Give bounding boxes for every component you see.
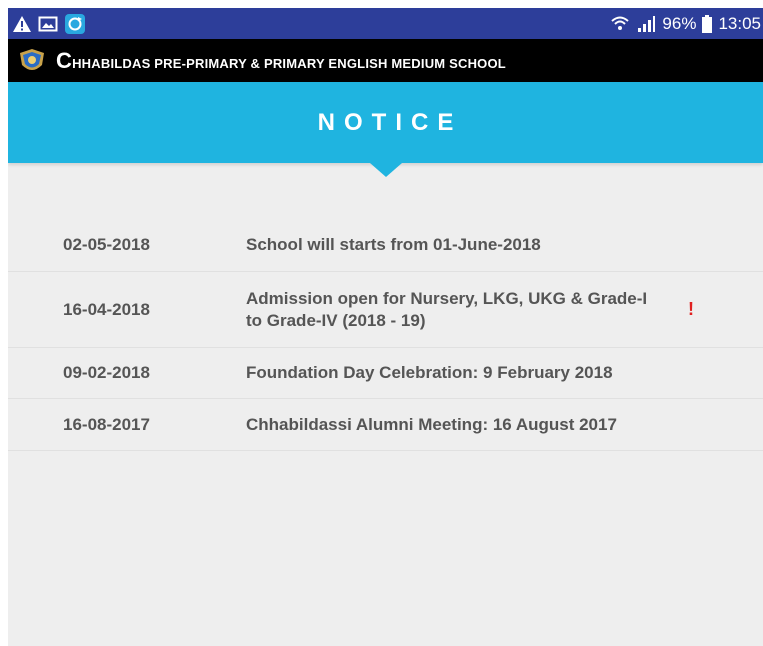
page-title: NOTICE: [317, 108, 463, 136]
notice-date: 09-02-2018: [63, 363, 150, 382]
battery-icon: [702, 14, 713, 33]
notice-text: Foundation Day Celebration: 9 February 2…: [246, 363, 613, 382]
school-name: CHHABILDAS PRE-PRIMARY & PRIMARY ENGLISH…: [56, 47, 506, 73]
signal-icon: [636, 15, 656, 33]
gallery-icon: [38, 15, 58, 33]
notice-item[interactable]: 16-08-2017 Chhabildassi Alumni Meeting: …: [8, 399, 763, 451]
status-left-icons: [12, 13, 86, 35]
notice-list: 02-05-2018 School will starts from 01-Ju…: [8, 219, 763, 451]
notice-header: NOTICE: [8, 82, 763, 177]
school-header: CHHABILDAS PRE-PRIMARY & PRIMARY ENGLISH…: [8, 39, 763, 82]
notice-date: 16-08-2017: [63, 414, 150, 434]
sync-icon: [64, 13, 86, 35]
notice-date: 02-05-2018: [63, 235, 150, 254]
school-crest-icon: [18, 47, 46, 75]
battery-percent: 96%: [662, 13, 697, 33]
app-screen: 96% 13:05 CHHABILDAS PRE-PRIMARY & PRIMA…: [8, 8, 763, 646]
status-bar: 96% 13:05: [8, 8, 763, 39]
notice-text: School will starts from 01-June-2018: [246, 235, 541, 254]
clock: 13:05: [718, 13, 761, 33]
notice-item[interactable]: 09-02-2018 Foundation Day Celebration: 9…: [8, 348, 763, 399]
warning-icon: [12, 15, 32, 33]
status-right-icons: 96% 13:05: [610, 14, 763, 34]
notice-item[interactable]: 02-05-2018 School will starts from 01-Ju…: [8, 219, 763, 272]
notice-text: Admission open for Nursery, LKG, UKG & G…: [246, 288, 648, 330]
notice-item[interactable]: 16-04-2018 Admission open for Nursery, L…: [8, 272, 763, 348]
wifi-icon: [610, 15, 630, 33]
header-pointer: [369, 163, 402, 177]
notice-date: 16-04-2018: [63, 299, 150, 319]
notice-text: Chhabildassi Alumni Meeting: 16 August 2…: [246, 414, 617, 434]
important-flag-icon: !: [688, 299, 694, 319]
